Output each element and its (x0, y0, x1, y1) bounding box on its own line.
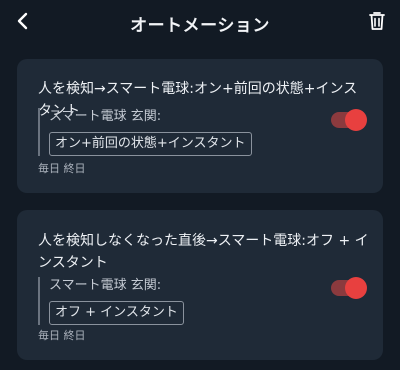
automation-title: 人を検知しなくなった直後→スマート電球:オフ + インスタント (38, 233, 369, 271)
schedule-label: 毎日 終日 (38, 162, 86, 175)
schedule-label: 毎日 終日 (38, 329, 86, 342)
enable-toggle[interactable] (331, 109, 367, 131)
action-tag: オフ + インスタント (49, 301, 184, 325)
device-name: スマート電球 玄関: (49, 278, 162, 293)
toggle-knob (345, 109, 367, 131)
enable-toggle[interactable] (331, 277, 367, 299)
delete-button[interactable] (366, 10, 388, 32)
device-action-block: スマート電球 玄関: オフ + インスタント (38, 277, 184, 325)
toggle-knob (345, 277, 367, 299)
device-action-block: スマート電球 玄関: オン+前回の状態+インスタント (38, 108, 252, 156)
app-header: オートメーション (0, 0, 400, 44)
trash-icon (369, 12, 385, 30)
automation-card[interactable]: 人を検知しなくなった直後→スマート電球:オフ + インスタント スマート電球 玄… (17, 210, 383, 360)
device-name: スマート電球 玄関: (49, 109, 162, 124)
page-title: オートメーション (130, 16, 270, 36)
automation-card[interactable]: 人を検知→スマート電球:オン+前回の状態+インスタント スマート電球 玄関: オ… (17, 59, 383, 193)
action-tag: オン+前回の状態+インスタント (49, 132, 252, 156)
